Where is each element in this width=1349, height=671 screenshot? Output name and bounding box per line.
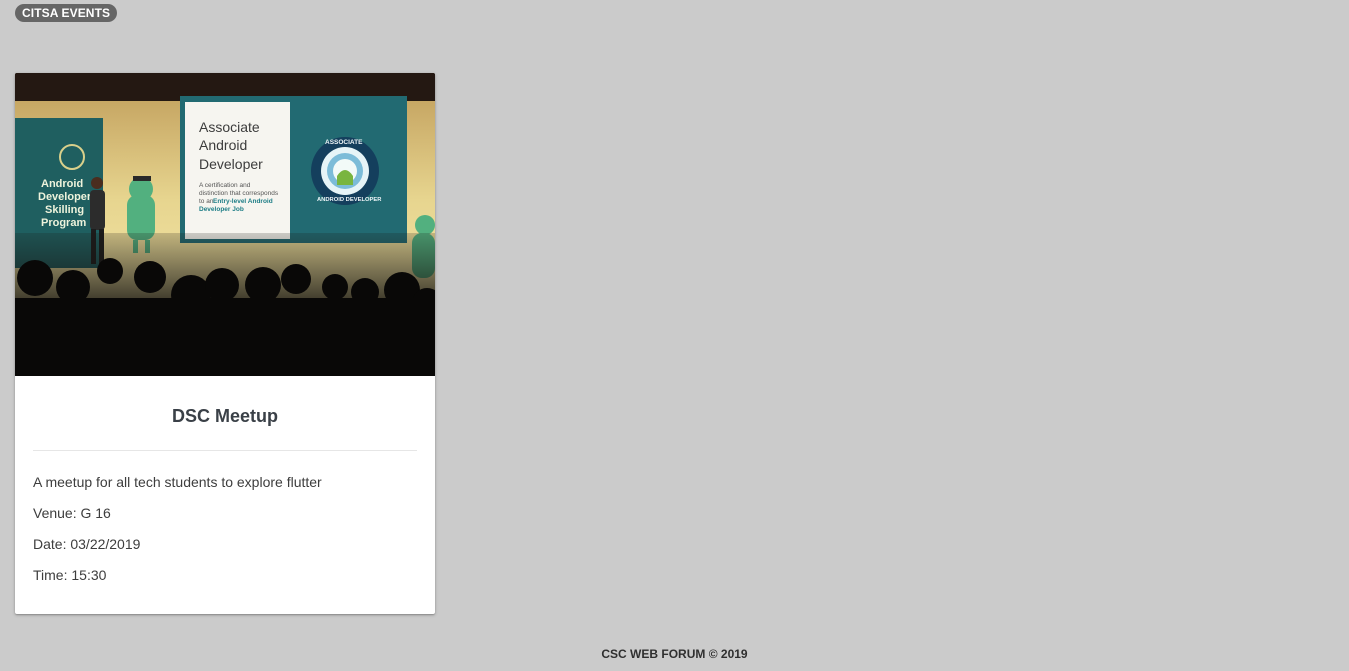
- event-date: Date: 03/22/2019: [33, 536, 141, 552]
- badge-top-text: ASSOCIATE: [325, 139, 363, 146]
- footer-copyright: CSC WEB FORUM © 2019: [601, 647, 748, 661]
- banner-line-2: Developer: [38, 191, 92, 203]
- event-title: DSC Meetup: [171, 406, 278, 426]
- banner-line-3: Skilling: [45, 204, 84, 216]
- slide-body-line-2: distinction that corresponds: [199, 190, 279, 197]
- slide-title-line-1: Associate: [199, 119, 260, 135]
- slide-body-line-1: A certification and: [199, 182, 251, 189]
- slide-highlight-line-2: Developer Job: [199, 206, 244, 213]
- banner-line-4: Program: [41, 217, 86, 229]
- event-photo: Android Developer Skilling Program Assoc…: [15, 73, 435, 376]
- event-description: A meetup for all tech students to explor…: [33, 474, 322, 490]
- events-badge: CITSA EVENTS: [15, 4, 118, 22]
- event-venue: Venue: G 16: [33, 505, 111, 521]
- slide-title-line-2: Android: [199, 137, 247, 153]
- slide-title-line-3: Developer: [199, 156, 263, 172]
- event-divider: [33, 450, 417, 451]
- event-time: Time: 15:30: [33, 567, 107, 583]
- badge-bottom-text: ANDROID DEVELOPER: [317, 197, 382, 203]
- event-card[interactable]: Android Developer Skilling Program Assoc…: [15, 73, 435, 614]
- slide-highlight-line-1: Entry-level Android: [213, 198, 273, 205]
- banner-line-1: Android: [41, 178, 83, 190]
- slide-body-line-3: to an: [199, 198, 214, 205]
